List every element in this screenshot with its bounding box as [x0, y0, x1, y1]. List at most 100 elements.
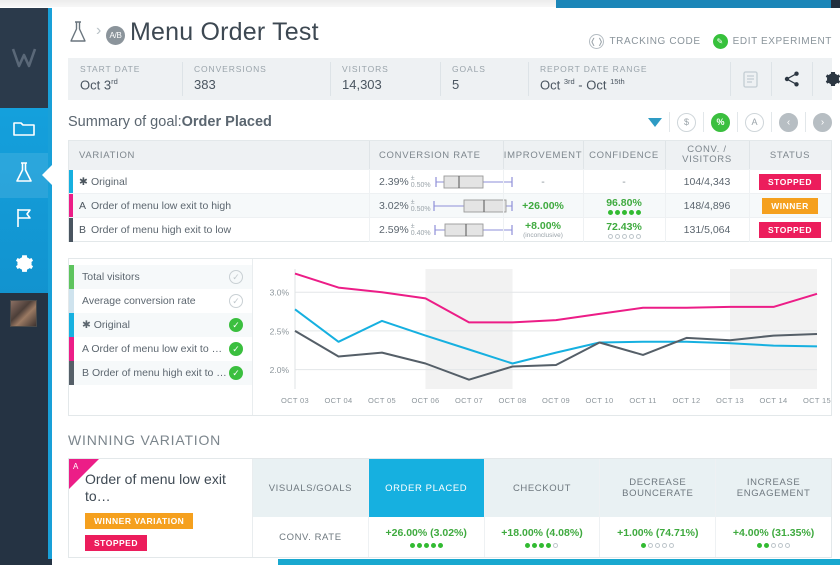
legend-item-variation-b[interactable]: B Order of menu high exit to … ✓	[69, 361, 252, 385]
wv-dots	[409, 542, 443, 548]
wv-column-header: DECREASE BOUNCERATE	[600, 459, 716, 517]
share-button[interactable]	[771, 58, 812, 100]
stat-label: START DATE	[80, 64, 141, 74]
conversion-rate-margin: ± 0.40%	[410, 222, 431, 237]
visitors-toggle[interactable]: A	[745, 112, 764, 132]
table-row[interactable]: B Order of menu high exit to low 2.59% ±…	[69, 217, 831, 242]
gear-icon	[825, 72, 840, 86]
app-logo[interactable]	[0, 8, 48, 108]
cell-variation: ✱ Original	[69, 169, 369, 194]
wv-value: +1.00% (74.71%)	[617, 526, 699, 539]
improvement-value: +26.00%	[522, 199, 564, 212]
cell-confidence: 96.80%	[583, 193, 665, 218]
conversion-rate-value: 2.59%	[379, 223, 409, 236]
legend-label: Average conversion rate	[82, 295, 196, 307]
stat-value: 5	[452, 77, 460, 92]
legend-item-original[interactable]: ✱ Original ✓	[69, 313, 252, 337]
legend-color-bar	[69, 265, 74, 289]
th-variation[interactable]: VARIATION	[69, 141, 369, 169]
legend-checkbox[interactable]: ✓	[229, 342, 243, 356]
stat-conversions: CONVERSIONS 383	[182, 58, 330, 100]
tracking-code-button[interactable]: ❬❭ TRACKING CODE	[589, 34, 700, 49]
app-root: › A/B Menu Order Test ❬❭ TRACKING CODE ✎…	[0, 0, 840, 565]
table-row[interactable]: ✱ Original 2.39% ± 0.50% - - 104/4,343 S…	[69, 169, 831, 194]
legend-color-bar	[69, 289, 74, 313]
sidebar-item-folder[interactable]	[0, 108, 48, 153]
winner-badge: WINNER VARIATION	[85, 513, 194, 530]
revenue-toggle[interactable]: $	[677, 112, 696, 132]
sidebar-item-experiments[interactable]	[0, 153, 52, 198]
prev-goal-button[interactable]: ‹	[779, 112, 798, 132]
wv-column-checkout[interactable]: CHECKOUT +18.00% (4.08%)	[484, 459, 601, 557]
sidebar-item-settings[interactable]	[0, 243, 48, 288]
th-status[interactable]: STATUS	[749, 141, 831, 169]
legend-label: A Order of menu low exit to …	[82, 343, 223, 355]
legend-checkbox[interactable]: ✓	[229, 366, 243, 380]
y-tick-label: 2.0%	[270, 365, 290, 375]
sidebar-item-goals[interactable]	[0, 198, 48, 243]
confidence-dots	[607, 233, 641, 239]
legend-checkbox[interactable]: ✓	[229, 270, 243, 284]
cell-status: STOPPED	[749, 169, 831, 194]
winning-variation-panel: A Order of menu low exit to… WINNER VARI…	[68, 458, 832, 558]
stat-start-date: START DATE Oct 3rd	[68, 58, 182, 100]
th-improvement[interactable]: IMPROVEMENT	[503, 141, 583, 169]
tracking-code-label: TRACKING CODE	[609, 36, 701, 47]
table-row[interactable]: A Order of menu low exit to high 3.02% ±…	[69, 193, 831, 218]
cell-conversion-rate: 2.59% ± 0.40%	[369, 217, 513, 242]
winning-variation-name: Order of menu low exit to…	[85, 471, 226, 505]
report-button[interactable]	[730, 58, 771, 100]
cell-variation: A Order of menu low exit to high	[69, 193, 369, 218]
chart-legend: Total visitors ✓ Average conversion rate…	[69, 259, 253, 415]
x-tick-label: OCT 03	[281, 396, 309, 405]
winning-variation-badges: WINNER VARIATION STOPPED	[85, 511, 240, 555]
gear-icon	[15, 254, 34, 278]
percent-toggle[interactable]: %	[711, 112, 730, 132]
legend-checkbox[interactable]: ✓	[229, 294, 243, 308]
settings-button[interactable]	[812, 58, 840, 100]
stat-bar-buttons	[730, 58, 840, 100]
variation-letter: A	[79, 199, 87, 212]
legend-label: B Order of menu high exit to …	[82, 367, 227, 379]
th-confidence[interactable]: CONFIDENCE	[583, 141, 665, 169]
winning-variation-title: WINNING VARIATION	[68, 432, 222, 448]
chart-panel: Total visitors ✓ Average conversion rate…	[68, 258, 832, 416]
conversion-rate-value: 2.39%	[379, 175, 409, 188]
th-conversion-rate[interactable]: CONVERSION RATE	[369, 141, 503, 169]
legend-color-bar	[69, 337, 74, 361]
stat-value: Oct 3rd	[80, 77, 118, 93]
legend-item-average-conversion-rate[interactable]: Average conversion rate ✓	[69, 289, 252, 313]
code-icon: ❬❭	[589, 34, 605, 49]
wv-column-decrease-bouncerate[interactable]: DECREASE BOUNCERATE +1.00% (74.71%)	[600, 459, 717, 557]
breadcrumb-chevron: ›	[96, 22, 102, 39]
variation-letter: B	[79, 223, 87, 236]
folder-icon	[13, 119, 35, 142]
th-conv-visitors[interactable]: CONV. / VISITORS	[665, 141, 749, 169]
table-header-row: VARIATION CONVERSION RATE IMPROVEMENT CO…	[69, 141, 831, 169]
wv-column-order-placed[interactable]: ORDER PLACED +26.00% (3.02%)	[368, 459, 485, 557]
variation-name: Order of menu low exit to high	[91, 199, 232, 212]
header-actions: ❬❭ TRACKING CODE ✎ EDIT EXPERIMENT	[589, 34, 832, 49]
confidence-dots	[607, 209, 641, 215]
next-goal-button[interactable]: ›	[813, 112, 832, 132]
winning-variation-card: A Order of menu low exit to… WINNER VARI…	[69, 459, 253, 557]
cell-conversion-rate: 2.39% ± 0.50%	[369, 169, 513, 194]
wv-column-body: CONV. RATE	[253, 517, 368, 557]
pencil-icon: ✎	[712, 34, 728, 49]
y-tick-label: 3.0%	[270, 288, 290, 298]
wv-column-body: +26.00% (3.02%)	[369, 517, 484, 557]
avatar[interactable]	[10, 300, 37, 327]
breadcrumb-flask-icon[interactable]	[68, 20, 88, 49]
cell-improvement: +26.00%	[503, 193, 583, 218]
edit-experiment-button[interactable]: ✎ EDIT EXPERIMENT	[712, 34, 832, 49]
confidence-value: 72.43%	[606, 220, 642, 233]
wv-column-increase-engagement[interactable]: INCREASE ENGAGEMENT +4.00% (31.35%)	[716, 459, 831, 557]
x-tick-label: OCT 10	[586, 396, 614, 405]
summary-prefix: Summary of goal:	[68, 114, 182, 130]
filter-triangle-icon[interactable]	[648, 117, 662, 127]
legend-item-variation-a[interactable]: A Order of menu low exit to … ✓	[69, 337, 252, 361]
sidebar-accent-bar	[48, 8, 52, 565]
legend-item-total-visitors[interactable]: Total visitors ✓	[69, 265, 252, 289]
report-icon	[743, 70, 758, 88]
legend-checkbox[interactable]: ✓	[229, 318, 243, 332]
